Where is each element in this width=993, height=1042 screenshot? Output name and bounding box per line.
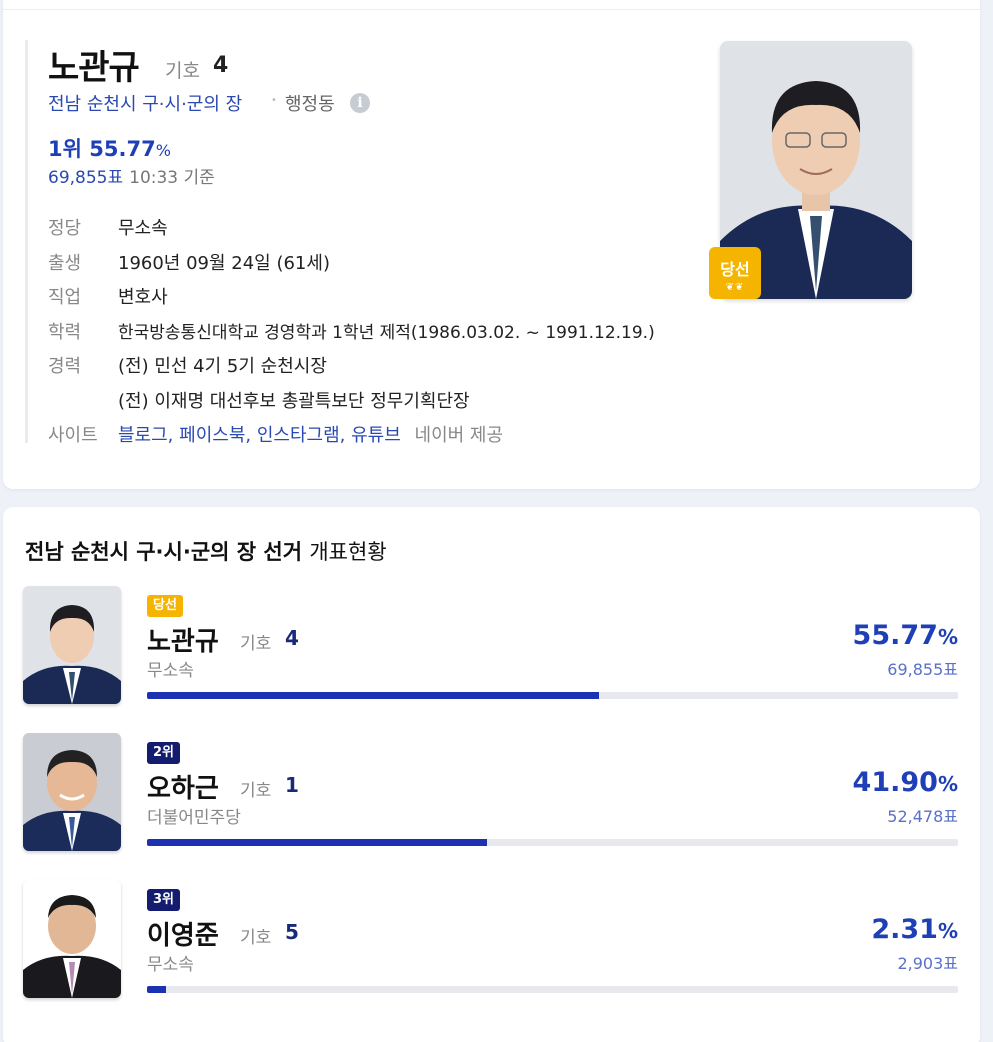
party-name: 무소속 [147,661,194,681]
party-name: 무소속 [147,955,194,975]
win-badge-label: 당선 [720,260,750,279]
candidate-thumbnail[interactable] [23,733,121,851]
vote-bar [147,692,958,699]
rank-percent: 1위 55.77% [48,133,171,163]
candidate-name[interactable]: 오하근 [147,768,219,805]
row-value: (전) 민선 4기 5기 순천시장 [118,356,327,377]
row-value: 1960년 09월 24일 (61세) [118,253,330,274]
results-card: 전남 순천시 구·시·군의 장 선거 개표현황 당선 노관규 기호 4 무소속 … [3,507,980,1042]
rank-tag: 당선 [147,595,183,617]
row-label: 출생 [48,253,82,274]
percent-unit: % [155,141,171,160]
vote-bar [147,986,958,993]
row-label: 직업 [48,287,82,308]
region-separator: • [271,95,277,106]
kiho-number: 4 [213,53,229,78]
row-value: (전) 이재명 대선후보 총괄특보단 정무기획단장 [118,391,470,412]
win-badge: 당선 ❦❦ [709,247,761,299]
rank-tag: 3위 [147,889,181,911]
site-link-instagram[interactable]: 인스타그램, [257,425,346,446]
kiho-label: 기호 [240,634,272,654]
percent-unit: % [937,919,958,943]
laurel-icon: ❦❦ [725,282,745,293]
rank: 1위 [48,137,82,161]
candidate-row[interactable]: 2위 오하근 기호 1 더불어민주당 41.90% 52,478표 [23,733,958,858]
person-portrait-icon [23,880,121,998]
votes-line: 69,855표 10:33 기준 [48,163,215,188]
kiho-label: 기호 [240,928,272,948]
kiho-label: 기호 [165,60,200,82]
person-portrait-icon [23,586,121,704]
percent-unit: % [937,772,958,796]
vote-percent: 41.90% [853,767,958,798]
count-time: 10:33 기준 [129,168,215,188]
divider-line [25,40,28,443]
kiho-label: 기호 [240,781,272,801]
row-value: 한국방송통신대학교 경영학과 1학년 제적(1986.03.02. ~ 1991… [118,323,655,343]
row-label: 정당 [48,218,82,239]
results-title: 전남 순천시 구·시·군의 장 선거 개표현황 [25,536,387,566]
party-name: 더불어민주당 [147,808,241,828]
vote-percent: 55.77% [853,620,958,651]
vote-count: 69,855표 [48,168,124,188]
rank-tag: 2위 [147,742,181,764]
vote-bar-fill [147,839,487,846]
candidate-name[interactable]: 이영준 [147,915,219,952]
candidate-name[interactable]: 노관규 [147,621,219,658]
candidate-name: 노관규 [48,48,140,88]
vote-bar-fill [147,986,166,993]
candidate-thumbnail[interactable] [23,586,121,704]
site-links: 블로그, 페이스북, 인스타그램, 유튜브 네이버 제공 [118,423,503,449]
site-link-youtube[interactable]: 유튜브 [351,425,401,446]
kiho-number: 5 [285,920,299,944]
site-link-facebook[interactable]: 페이스북, [179,425,251,446]
candidate-row[interactable]: 당선 노관규 기호 4 무소속 55.77% 69,855표 [23,586,958,711]
percent-value: 41.90 [852,767,938,798]
percent-value: 55.77 [89,137,156,161]
row-label: 학력 [48,322,82,343]
vote-count: 69,855표 [887,660,958,679]
site-provider: 네이버 제공 [414,425,504,446]
percent-unit: % [937,625,958,649]
vote-percent: 2.31% [871,914,958,945]
candidate-thumbnail[interactable] [23,880,121,998]
vote-count: 52,478표 [887,807,958,826]
row-label: 경력 [48,356,82,377]
candidate-profile-card: 노관규 기호 4 전남 순천시 구·시·군의 장 • 행정동 i 1위 55.7… [3,0,980,489]
candidate-row[interactable]: 3위 이영준 기호 5 무소속 2.31% 2,903표 [23,880,958,1005]
info-icon[interactable]: i [350,93,370,113]
person-portrait-icon [23,733,121,851]
site-link-blog[interactable]: 블로그, [118,425,173,446]
kiho-number: 4 [285,626,299,650]
vote-bar [147,839,958,846]
results-title-main: 전남 순천시 구·시·군의 장 선거 [25,540,303,564]
row-label: 사이트 [48,425,98,446]
results-title-sub: 개표현황 [309,540,387,564]
row-value: 무소속 [118,218,168,239]
vote-bar-fill [147,692,600,699]
percent-value: 2.31 [871,914,938,945]
region-type: 행정동 [285,94,335,115]
region-link[interactable]: 전남 순천시 구·시·군의 장 [48,90,242,116]
percent-value: 55.77 [852,620,938,651]
kiho-number: 1 [285,773,299,797]
vote-count: 2,903표 [897,954,958,973]
row-value: 변호사 [118,287,168,308]
